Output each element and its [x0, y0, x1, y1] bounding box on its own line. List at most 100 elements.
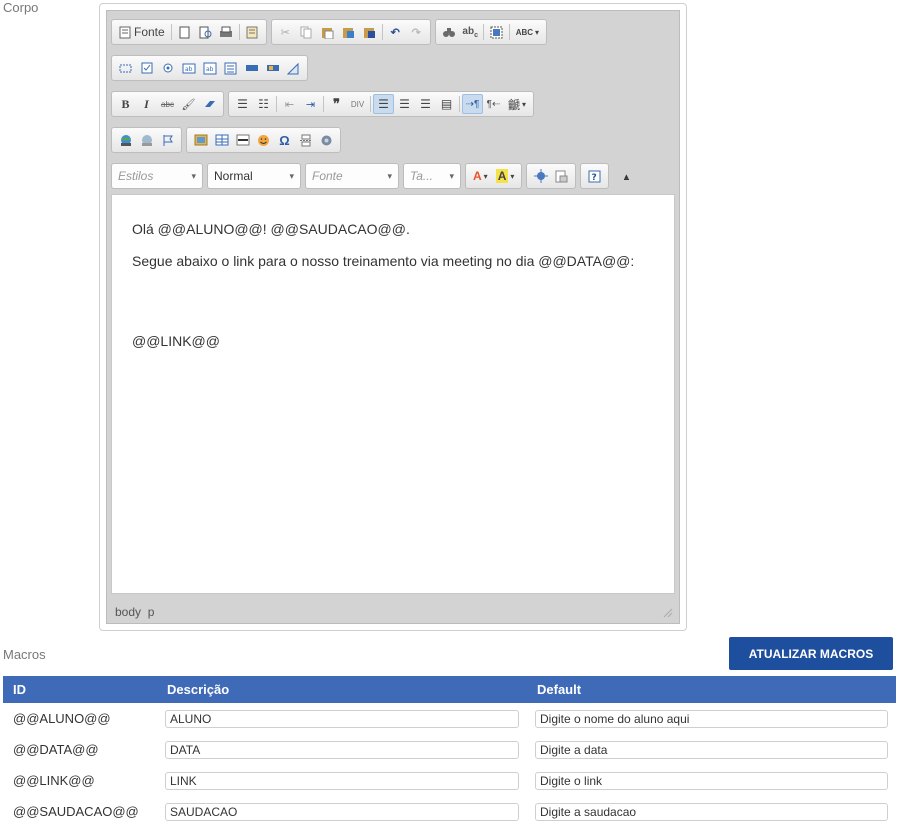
select-field-button[interactable]: [220, 58, 241, 78]
show-blocks-button[interactable]: [551, 166, 572, 186]
radio-button[interactable]: [157, 58, 178, 78]
create-div-button[interactable]: DIV: [347, 94, 368, 114]
editor-content[interactable]: Olá @@ALUNO@@! @@SAUDACAO@@. Segue abaix…: [111, 194, 675, 594]
select-field-icon: [224, 62, 237, 74]
table-row: @@LINK@@: [3, 765, 896, 796]
blockquote-button[interactable]: ❞: [326, 94, 347, 114]
resize-handle-icon[interactable]: [663, 608, 673, 618]
cut-button[interactable]: ✂: [275, 22, 296, 42]
image-button-button[interactable]: [262, 58, 283, 78]
textarea-icon: ab: [203, 62, 216, 74]
find-button[interactable]: [439, 22, 460, 42]
form-button-button[interactable]: [241, 58, 262, 78]
replace-button[interactable]: abc: [460, 22, 481, 42]
paste-button[interactable]: [317, 22, 338, 42]
anchor-button[interactable]: [157, 130, 178, 150]
remove-format-button[interactable]: [199, 94, 220, 114]
macro-default-cell: [527, 703, 896, 734]
descricao-input[interactable]: [165, 709, 519, 728]
italic-button[interactable]: I: [136, 94, 157, 114]
link-button[interactable]: [115, 130, 136, 150]
macro-default-cell: [527, 734, 896, 765]
print-button[interactable]: [216, 22, 237, 42]
iframe-icon: [321, 135, 332, 145]
language-icon: 䶵: [508, 97, 521, 112]
new-page-button[interactable]: [174, 22, 195, 42]
redo-button[interactable]: ↷: [406, 22, 427, 42]
text-field-button[interactable]: ab: [178, 58, 199, 78]
separator: [276, 96, 277, 112]
iframe-button[interactable]: [316, 130, 337, 150]
descricao-input[interactable]: [165, 771, 519, 790]
select-all-button[interactable]: [486, 22, 507, 42]
textarea-button[interactable]: ab: [199, 58, 220, 78]
bold-button[interactable]: B: [115, 94, 136, 114]
preview-button[interactable]: [195, 22, 216, 42]
table-header-row: ID Descrição Default: [3, 676, 896, 703]
show-blocks-icon: [555, 170, 568, 182]
path-body[interactable]: body: [115, 605, 141, 619]
indent-button[interactable]: ⇥: [300, 94, 321, 114]
hidden-field-button[interactable]: [283, 58, 304, 78]
button-icon: [245, 65, 258, 71]
size-select-label: Ta...: [410, 169, 433, 183]
outdent-button[interactable]: ⇤: [279, 94, 300, 114]
numbered-list-button[interactable]: ☰: [232, 94, 253, 114]
templates-icon: [246, 26, 258, 38]
source-button[interactable]: Fonte: [115, 22, 169, 42]
undo-button[interactable]: ↶: [385, 22, 406, 42]
default-input[interactable]: [535, 771, 888, 790]
about-button[interactable]: ?: [584, 166, 605, 186]
default-input[interactable]: [535, 709, 888, 728]
toolbar-group-editing: abc ABC ▾: [434, 19, 548, 45]
collapse-toolbar-button[interactable]: ▴: [619, 166, 633, 186]
rich-text-editor: Fonte ✂ ↶ ↷ abc ABC ▾ ab ab B I abc 🖌 ☰ …: [99, 3, 687, 631]
align-right-button[interactable]: ☰: [415, 94, 436, 114]
image-button[interactable]: [190, 130, 211, 150]
styles-select[interactable]: Estilos ▾: [111, 163, 203, 189]
link-icon: [120, 134, 131, 146]
path-p[interactable]: p: [148, 605, 155, 619]
checkbox-button[interactable]: [136, 58, 157, 78]
element-path: body p: [115, 605, 154, 619]
form-button[interactable]: [115, 58, 136, 78]
table-button[interactable]: [211, 130, 232, 150]
paste-word-icon: [363, 27, 375, 38]
bg-color-button[interactable]: A ▾: [492, 166, 519, 186]
bulleted-list-button[interactable]: ☷: [253, 94, 274, 114]
special-char-button[interactable]: Ω: [274, 130, 295, 150]
text-ltr-icon: ⇢¶: [465, 98, 480, 110]
align-left-button[interactable]: ☰: [373, 94, 394, 114]
ltr-button[interactable]: ⇢¶: [462, 94, 483, 114]
justify-button[interactable]: ▤: [436, 94, 457, 114]
descricao-input[interactable]: [165, 740, 519, 759]
align-center-button[interactable]: ☰: [394, 94, 415, 114]
smiley-button[interactable]: [253, 130, 274, 150]
toolbar-row-2: ab ab: [111, 53, 308, 83]
spellcheck-button[interactable]: ABC ▾: [512, 22, 543, 42]
format-select[interactable]: Normal ▾: [207, 163, 301, 189]
language-button[interactable]: 䶵 ▾: [504, 94, 530, 114]
paste-text-button[interactable]: [338, 22, 359, 42]
maximize-button[interactable]: [530, 166, 551, 186]
update-macros-button[interactable]: ATUALIZAR MACROS: [729, 637, 893, 670]
omega-icon: Ω: [279, 132, 290, 148]
font-select[interactable]: Fonte ▾: [305, 163, 399, 189]
templates-button[interactable]: [242, 22, 263, 42]
descricao-input[interactable]: [165, 802, 519, 821]
unlink-icon: [141, 134, 152, 146]
copy-format-button[interactable]: 🖌: [178, 94, 199, 114]
unlink-button[interactable]: [136, 130, 157, 150]
horizontal-rule-button[interactable]: [232, 130, 253, 150]
page-break-button[interactable]: [295, 130, 316, 150]
paste-word-button[interactable]: [359, 22, 380, 42]
copy-button[interactable]: [296, 22, 317, 42]
default-input[interactable]: [535, 740, 888, 759]
rtl-button[interactable]: ¶⇠: [483, 94, 504, 114]
macro-default-cell: [527, 765, 896, 796]
text-color-button[interactable]: A ▾: [469, 166, 492, 186]
size-select[interactable]: Ta... ▾: [403, 163, 461, 189]
image-icon: [194, 134, 207, 146]
default-input[interactable]: [535, 802, 888, 821]
strike-button[interactable]: abc: [157, 94, 178, 114]
